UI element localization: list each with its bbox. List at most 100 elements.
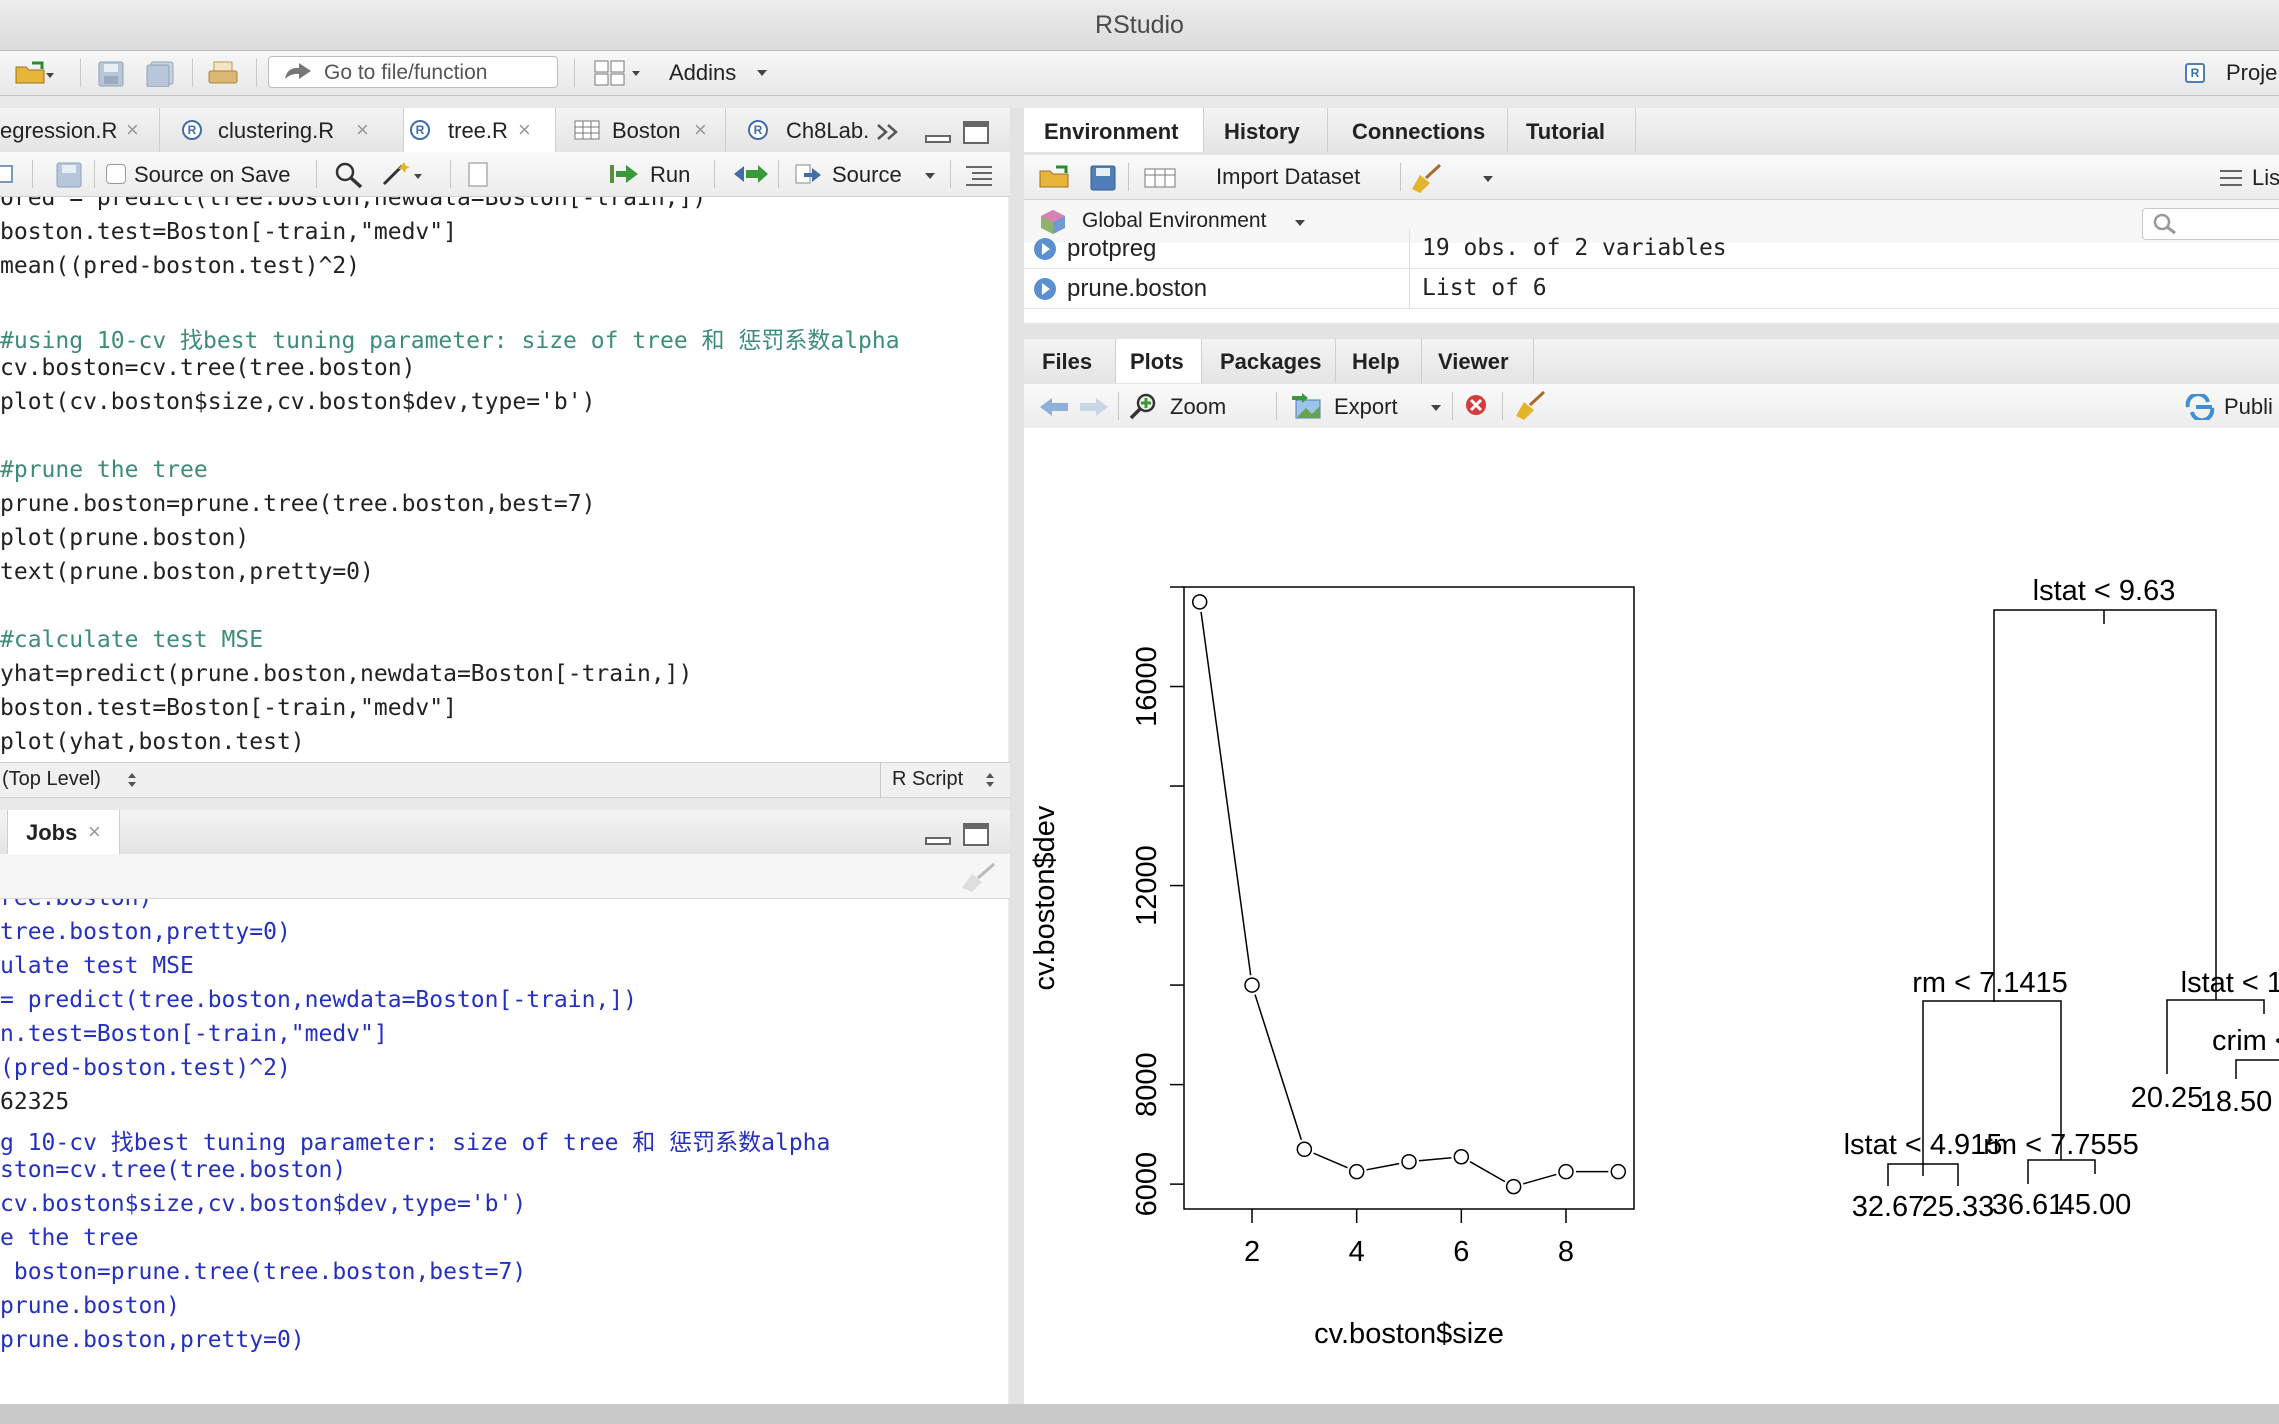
divider (1452, 392, 1453, 420)
publish-icon[interactable] (2184, 394, 2218, 420)
document-outline-icon[interactable] (964, 164, 994, 186)
code-comment-line: #calculate test MSE (0, 627, 264, 653)
tab-packages[interactable]: Packages (1202, 339, 1336, 383)
code-line: boston.test=Boston[-train,"medv"] (0, 695, 457, 721)
back-arrow-icon[interactable] (1038, 396, 1070, 418)
remove-plot-icon[interactable] (1464, 393, 1488, 417)
save-all-icon[interactable] (146, 61, 176, 87)
expand-icon[interactable] (1034, 238, 1056, 260)
tab-environment[interactable]: Environment (1024, 108, 1204, 152)
rerun-icon[interactable] (730, 162, 770, 186)
load-workspace-icon[interactable] (1038, 163, 1076, 191)
save-icon[interactable] (98, 61, 124, 87)
code-tools-wand-icon[interactable] (380, 160, 428, 188)
code-line: prune.boston=prune.tree(tree.boston,best… (0, 491, 596, 517)
tab-viewer[interactable]: Viewer (1422, 339, 1534, 383)
source-button[interactable]: Source (790, 156, 940, 190)
tree-node-label: rm < 7.1415 (1912, 967, 2068, 999)
divider (1118, 392, 1119, 420)
console-output[interactable]: ree.boston) tree.boston,pretty=0) ulate … (0, 899, 1008, 1404)
save-icon[interactable] (56, 162, 82, 188)
import-dataset-button[interactable]: Import Dataset (1144, 159, 1493, 193)
pane-splitter[interactable] (1010, 108, 1024, 1404)
pane-splitter[interactable] (1024, 323, 2279, 339)
divider (950, 160, 951, 188)
tree-node-label: lstat < 4.915 (1844, 1129, 2003, 1161)
tree-leaf-label: 45.00 (2059, 1189, 2132, 1221)
tab-label: Viewer (1438, 349, 1509, 374)
clear-workspace-broom-icon[interactable] (1408, 163, 1448, 193)
tab-jobs[interactable]: Jobs × (8, 810, 120, 854)
list-view-menu[interactable]: Lis (2252, 165, 2279, 191)
print-icon[interactable] (208, 61, 238, 87)
tab-ch8lab[interactable]: R Ch8Lab. (726, 108, 876, 152)
scope-indicator[interactable]: (Top Level) (2, 768, 101, 791)
tab-connections[interactable]: Connections (1328, 108, 1508, 152)
search-icon[interactable] (334, 161, 364, 189)
tab-regression[interactable]: egression.R × (0, 108, 160, 152)
tab-clustering[interactable]: R clustering.R × (160, 108, 404, 152)
y-tick-label: 6000 (1131, 1152, 1163, 1217)
console-line: (pred-boston.test)^2) (0, 1055, 291, 1081)
show-in-window-icon[interactable] (0, 164, 16, 184)
project-menu[interactable]: Proje (2226, 60, 2277, 86)
data-point (1453, 1149, 1470, 1165)
source-on-save-checkbox[interactable] (106, 164, 126, 184)
code-line: mean((pred-boston.test)^2) (0, 253, 361, 279)
close-icon[interactable]: × (356, 117, 369, 143)
data-point (1610, 1163, 1627, 1180)
expand-icon[interactable] (1034, 278, 1056, 300)
save-workspace-icon[interactable] (1090, 165, 1116, 191)
clear-plots-broom-icon[interactable] (1512, 390, 1552, 420)
close-icon[interactable]: × (88, 819, 101, 845)
run-button[interactable]: Run (610, 156, 698, 190)
code-editor[interactable]: ored = predict(tree.boston,newdata=Bosto… (0, 197, 1008, 762)
close-icon[interactable]: × (694, 117, 707, 143)
list-view-icon[interactable] (2218, 168, 2244, 188)
file-type-indicator[interactable]: R Script (892, 768, 963, 791)
addins-menu[interactable]: Addins (669, 60, 736, 86)
export-button[interactable]: Export (1290, 388, 1450, 422)
import-table-icon (1144, 168, 1176, 188)
more-tabs-icon[interactable] (876, 122, 906, 142)
close-icon[interactable]: × (126, 117, 139, 143)
code-line: text(prune.boston,pretty=0) (0, 559, 374, 585)
tab-files[interactable]: Files (1024, 339, 1116, 383)
tab-boston[interactable]: Boston × (556, 108, 726, 152)
updown-icon (128, 773, 136, 787)
goto-file-input[interactable]: Go to file/function (268, 56, 558, 88)
tab-help[interactable]: Help (1336, 339, 1422, 383)
minimize-pane-icon[interactable] (924, 824, 954, 848)
divider (880, 763, 881, 797)
compile-report-icon[interactable] (466, 162, 492, 188)
table-row[interactable]: prune.boston List of 6 (1024, 269, 2279, 309)
open-file-icon[interactable] (14, 59, 54, 87)
tab-console[interactable] (0, 810, 8, 854)
tab-tree-r[interactable]: R tree.R × (404, 108, 556, 152)
tab-history[interactable]: History (1204, 108, 1328, 152)
x-tick-label: 6 (1453, 1236, 1469, 1268)
tab-tutorial[interactable]: Tutorial (1508, 108, 1636, 152)
forward-arrow-icon[interactable] (1078, 396, 1110, 418)
tab-label: tree.R (448, 118, 508, 143)
environment-tab-bar: Environment History Connections Tutorial (1024, 108, 2279, 156)
tree-edge (2235, 1059, 2279, 1079)
maximize-pane-icon[interactable] (962, 120, 992, 146)
divider (32, 160, 33, 188)
divider (1400, 163, 1401, 191)
tab-plots[interactable]: Plots (1116, 339, 1202, 383)
minimize-pane-icon[interactable] (924, 122, 954, 146)
maximize-pane-icon[interactable] (962, 822, 992, 848)
tab-label: Tutorial (1526, 119, 1606, 144)
grid-layout-icon[interactable] (594, 60, 642, 86)
clear-console-broom-icon[interactable] (958, 862, 998, 892)
r-file-icon: R (410, 120, 430, 140)
close-icon[interactable]: × (518, 117, 531, 143)
publish-button[interactable]: Publi (2224, 394, 2273, 420)
table-row[interactable]: protpreg 19 obs. of 2 variables (1024, 229, 2279, 269)
zoom-button[interactable]: Zoom (1128, 388, 1288, 422)
tab-label: Ch8Lab. (786, 118, 870, 143)
divider (80, 59, 81, 87)
export-image-icon (1292, 393, 1321, 419)
plots-tab-bar: Files Plots Packages Help Viewer (1024, 339, 2279, 385)
